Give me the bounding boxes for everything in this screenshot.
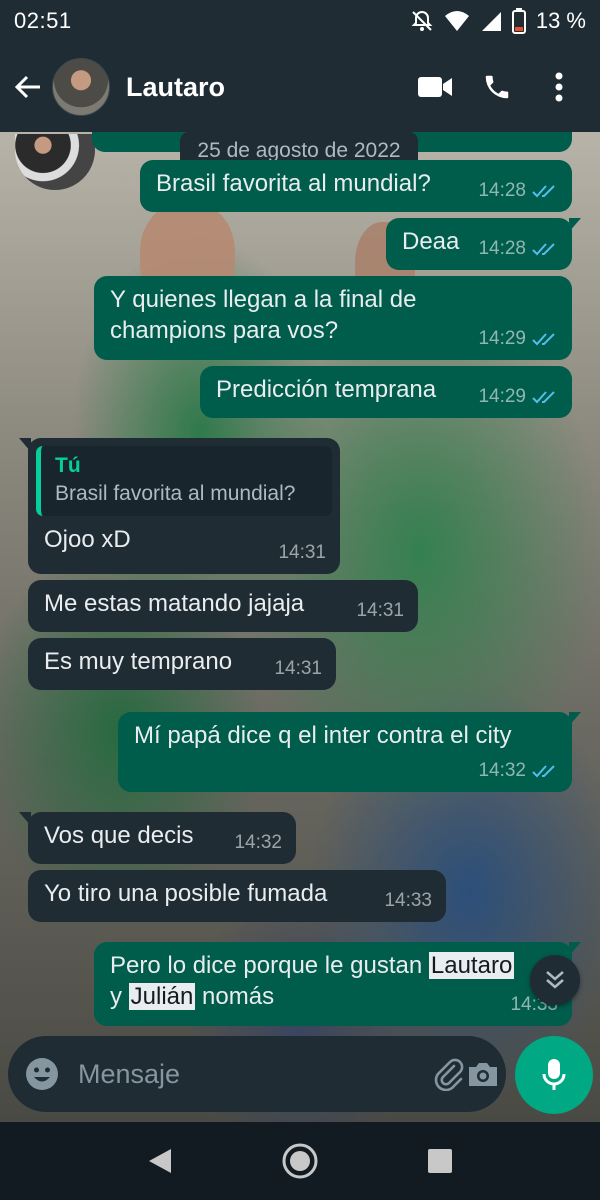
message-text: y [110,983,129,1010]
chat-header: Lautaro [0,42,600,132]
message-bubble-in[interactable]: Tú Brasil favorita al mundial? Ojoo xD 1… [19,438,340,574]
battery-low-icon [511,8,526,34]
message-text: Deaa [402,228,460,255]
attach-icon[interactable] [432,1046,466,1102]
status-bar: 02:51 13 % [0,0,600,42]
message-time: 14:32 [234,832,282,853]
message-input[interactable] [78,1058,432,1090]
more-vert-icon[interactable] [528,57,590,117]
message-text: Predicción temprana [216,376,437,403]
highlighted-word: Lautaro [428,952,515,979]
message-text: Me estas matando jajaja [44,590,305,617]
mic-button[interactable] [515,1036,593,1114]
message-bubble-out[interactable]: Mí papá dice q el inter contra el city 1… [118,712,581,792]
message-text-line: Y quienes llegan a la final de [110,286,417,313]
message-time: 14:29 [478,328,526,349]
read-ticks-icon [532,242,555,255]
message-bubble-in[interactable]: Me estas matando jajaja 14:31 [28,580,418,632]
message-text: Brasil favorita al mundial? [156,170,431,197]
battery-percent: 13 % [535,8,586,33]
message-text: Pero lo dice porque le gustan [110,952,429,979]
mic-icon [542,1059,566,1090]
voice-call-icon[interactable] [466,57,528,117]
quote-text: Brasil favorita al mundial? [55,482,296,505]
status-time: 02:51 [14,8,72,33]
double-chevron-down-icon [546,971,564,989]
message-time: 14:32 [478,760,526,781]
quote-author: Tú [55,454,81,477]
message-bubble-out[interactable]: Pero lo dice porque le gustan Lautaro y … [94,942,581,1026]
notifications-off-icon [410,9,434,33]
message-time: 14:28 [478,180,526,201]
system-nav-bar [0,1122,600,1200]
message-bubble-out[interactable]: Deaa 14:28 [386,218,581,270]
message-bubble-in[interactable]: Es muy temprano 14:31 [28,638,336,690]
home-circle-icon[interactable] [270,1131,330,1191]
message-time: 14:33 [384,890,432,911]
recents-square-icon[interactable] [410,1131,470,1191]
message-text: Vos que decis [44,822,194,849]
read-ticks-icon [532,332,555,345]
message-text: Mí papá dice q el inter contra el city [134,722,512,749]
message-bubble-out[interactable]: Brasil favorita al mundial? 14:28 [140,160,572,212]
message-text: Ojoo xD [44,526,131,553]
contact-avatar[interactable] [52,58,110,116]
read-ticks-icon [532,390,555,403]
message-bubble-out[interactable]: Y quienes llegan a la final de champions… [94,276,572,360]
back-triangle-icon[interactable] [130,1131,190,1191]
message-text: Es muy temprano [44,648,233,675]
message-list[interactable]: 25 de agosto de 2022 Brasil favorita al … [0,132,600,1032]
signal-icon [480,10,502,32]
video-call-icon[interactable] [404,57,466,117]
message-time: 14:29 [478,386,526,407]
message-bubble-in[interactable]: Vos que decis 14:32 [19,812,296,864]
message-time: 14:28 [478,238,526,259]
highlighted-word: Julián [128,983,196,1010]
scroll-to-bottom-button[interactable] [530,955,580,1005]
message-time: 14:31 [274,658,322,679]
read-ticks-icon [532,764,555,777]
read-ticks-icon [532,184,555,197]
message-time: 14:31 [278,542,326,563]
back-arrow-icon[interactable] [10,69,46,105]
message-time: 14:31 [356,600,404,621]
emoji-icon[interactable] [24,1054,60,1094]
message-bubble-in[interactable]: Yo tiro una posible fumada 14:33 [28,870,446,922]
wifi-icon [444,10,470,32]
message-text: Yo tiro una posible fumada [44,880,328,907]
camera-icon[interactable] [466,1046,500,1102]
sticker-avatar [15,134,95,190]
message-bubble-out[interactable]: Predicción temprana 14:29 [200,366,572,418]
quoted-message[interactable]: Tú Brasil favorita al mundial? [36,446,332,516]
contact-name[interactable]: Lautaro [126,72,404,103]
message-composer [8,1036,506,1112]
message-text: nomás [195,983,275,1010]
